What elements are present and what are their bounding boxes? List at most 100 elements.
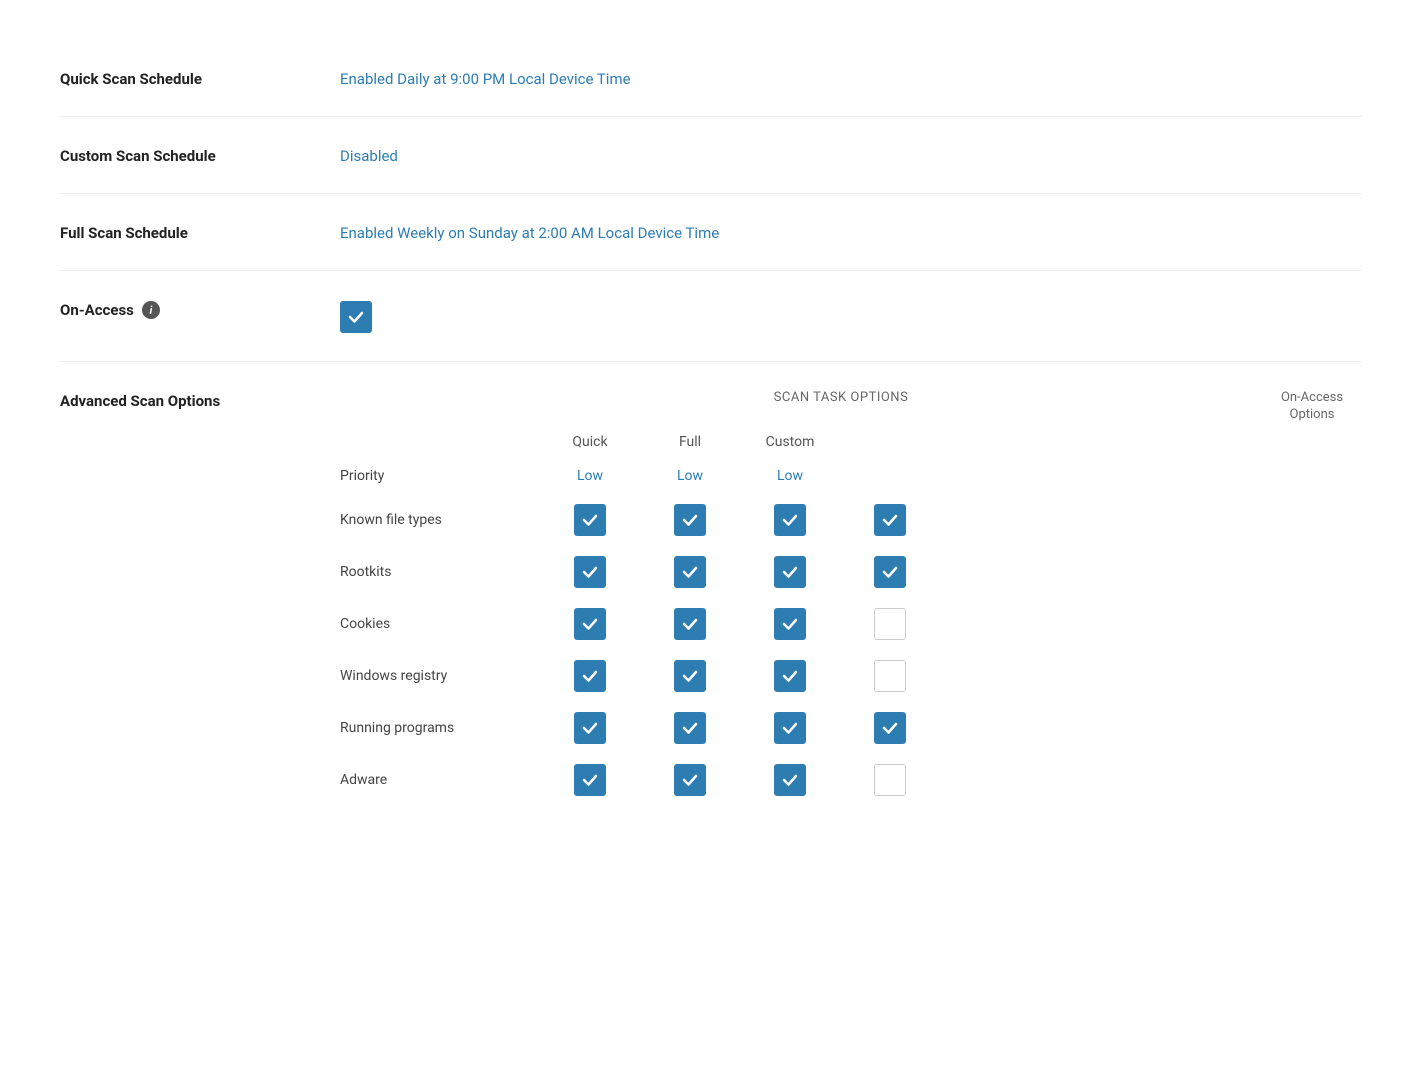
check-icon [681,667,699,685]
cell-on-access [840,712,940,744]
custom-scan-row: Custom Scan Schedule Disabled [60,117,1362,194]
checkbox-checked[interactable] [574,608,606,640]
checkbox-checked[interactable] [674,556,706,588]
checkbox-checked[interactable] [574,660,606,692]
checkbox-checked[interactable] [674,764,706,796]
row-label: Windows registry [340,668,540,684]
checkbox-checked[interactable] [674,712,706,744]
checkbox-checked[interactable] [674,660,706,692]
column-headers: Quick Full Custom [340,434,1362,450]
priority-quick-link[interactable]: Low [577,468,603,484]
priority-full-link[interactable]: Low [677,468,703,484]
advanced-scan-label: Advanced Scan Options [60,390,340,410]
check-icon [881,563,899,581]
full-scan-value[interactable]: Enabled Weekly on Sunday at 2:00 AM Loca… [340,222,1362,242]
col-header-quick: Quick [540,434,640,450]
cell-full: Low [640,468,740,484]
check-icon [781,771,799,789]
checkbox-checked[interactable] [774,712,806,744]
custom-scan-value[interactable]: Disabled [340,145,1362,165]
checkbox-checked[interactable] [774,764,806,796]
cell-full [640,608,740,640]
row-label: Rootkits [340,564,540,580]
on-access-checkbox-container [340,299,1362,333]
table-row: Cookies [340,598,1362,650]
check-icon [581,615,599,633]
row-label: Adware [340,772,540,788]
checkbox-checked[interactable] [574,556,606,588]
checkbox-empty[interactable] [874,660,906,692]
checkbox-empty[interactable] [874,764,906,796]
advanced-scan-row: Advanced Scan Options SCAN TASK OPTIONS … [60,362,1362,834]
checkbox-checked[interactable] [774,608,806,640]
checkbox-checked[interactable] [874,504,906,536]
checkbox-checked[interactable] [574,764,606,796]
check-icon [881,719,899,737]
quick-scan-row: Quick Scan Schedule Enabled Daily at 9:0… [60,40,1362,117]
quick-scan-label: Quick Scan Schedule [60,68,340,88]
checkbox-checked[interactable] [774,504,806,536]
table-top-headers: SCAN TASK OPTIONS On-Access Options [340,390,1362,424]
checkbox-checked[interactable] [874,556,906,588]
cell-on-access [840,556,940,588]
cell-full [640,712,740,744]
data-rows-container: Priority Low Low Low Known file types [340,458,1362,806]
cell-full [640,660,740,692]
cell-quick [540,608,640,640]
on-access-checkbox[interactable] [340,301,372,333]
cell-full [640,504,740,536]
checkbox-checked[interactable] [574,712,606,744]
check-icon [581,667,599,685]
cell-on-access [840,504,940,536]
cell-quick: Low [540,468,640,484]
cell-full [640,764,740,796]
table-row: Running programs [340,702,1362,754]
checkbox-empty[interactable] [874,608,906,640]
row-label: Running programs [340,720,540,736]
col-header-full: Full [640,434,740,450]
priority-custom-link[interactable]: Low [777,468,803,484]
cell-on-access [840,608,940,640]
row-label: Known file types [340,512,540,528]
col-header-custom: Custom [740,434,840,450]
check-icon [681,771,699,789]
cell-quick [540,764,640,796]
checkbox-checked[interactable] [574,504,606,536]
advanced-scan-table: SCAN TASK OPTIONS On-Access Options Quic… [340,390,1362,806]
check-icon [881,511,899,529]
checkbox-checked[interactable] [774,556,806,588]
check-icon [781,667,799,685]
cell-custom [740,712,840,744]
on-access-info-icon[interactable]: i [142,301,160,319]
cell-custom: Low [740,468,840,484]
check-icon [781,563,799,581]
check-icon [581,719,599,737]
table-row: Rootkits [340,546,1362,598]
custom-scan-label: Custom Scan Schedule [60,145,340,165]
cell-full [640,556,740,588]
checkbox-checked[interactable] [874,712,906,744]
cell-quick [540,556,640,588]
full-scan-label: Full Scan Schedule [60,222,340,242]
cell-custom [740,764,840,796]
checkbox-checked[interactable] [674,608,706,640]
cell-custom [740,556,840,588]
row-label: Cookies [340,616,540,632]
check-icon [681,719,699,737]
checkbox-checked[interactable] [774,660,806,692]
on-access-options-header: On-Access Options [1262,390,1362,424]
quick-scan-value[interactable]: Enabled Daily at 9:00 PM Local Device Ti… [340,68,1362,88]
cell-quick [540,660,640,692]
check-icon [781,511,799,529]
on-access-row: On-Access i [60,271,1362,362]
cell-custom [740,504,840,536]
cell-custom [740,608,840,640]
cell-quick [540,712,640,744]
table-row: Known file types [340,494,1362,546]
cell-on-access [840,660,940,692]
check-icon [681,615,699,633]
on-access-label-text: On-Access [60,301,134,319]
checkbox-checked[interactable] [674,504,706,536]
cell-custom [740,660,840,692]
on-access-label-container: On-Access i [60,299,340,319]
